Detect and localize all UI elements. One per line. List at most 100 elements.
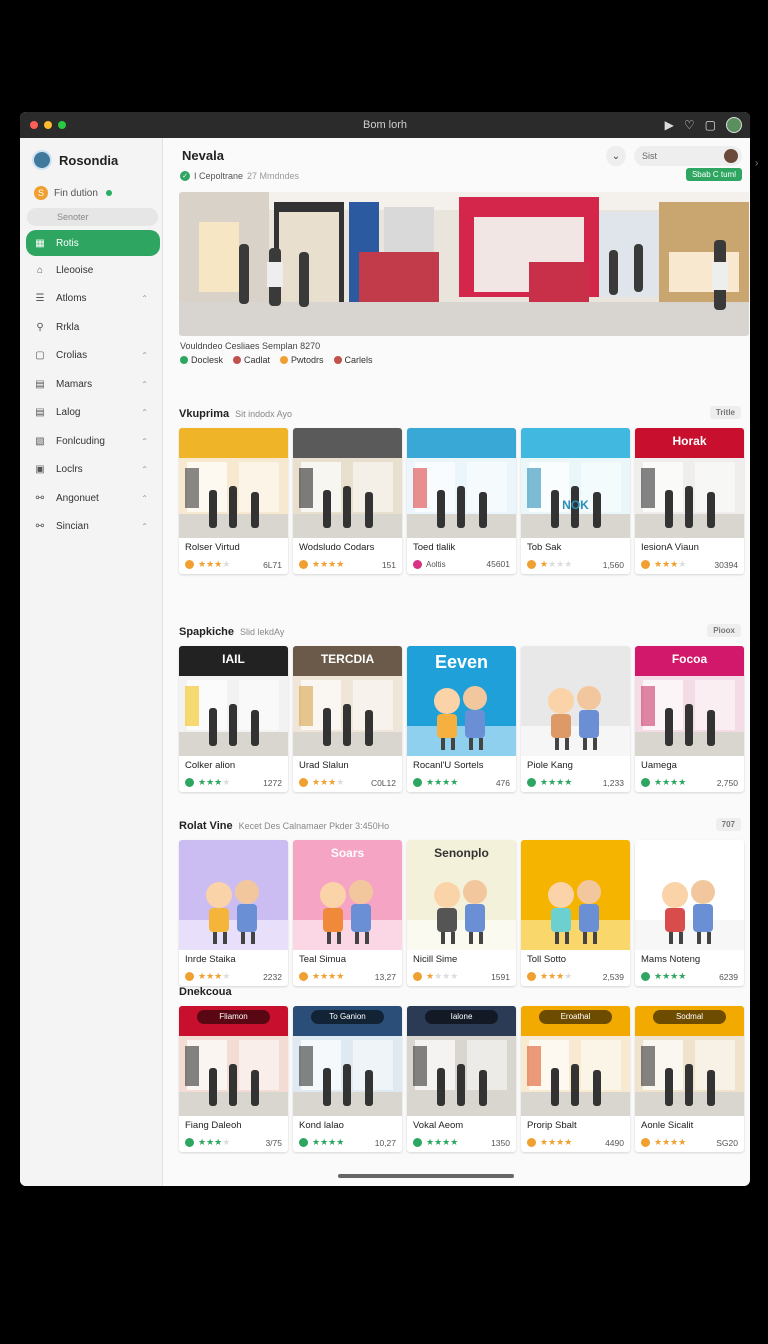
star-icon: ★ (206, 559, 214, 569)
card-title: Rocanl'U Sortels (413, 760, 484, 771)
card-meta: ★ ★ ★ ★ 151 (293, 556, 402, 574)
rating-icon (527, 1138, 536, 1147)
star-icon: ★ (678, 1137, 686, 1147)
heart-icon[interactable]: ♡ (684, 118, 695, 132)
card-thumbnail: IAIL (179, 646, 288, 756)
store-card[interactable]: NOK Tob Sak ★ ★ ★ ★ 1,560 (521, 428, 630, 574)
card-title: Vokal Aeom (413, 1120, 464, 1131)
card-value: 476 (495, 777, 510, 788)
card-meta: ★ ★ ★ ★ 2,750 (635, 774, 744, 792)
chevron-up-icon[interactable]: ⌃ (141, 408, 148, 417)
brand-avatar (32, 150, 52, 170)
main-content: Nevala ⌄ Sist ✓ I Cepoltrane 27 Mmdndes … (164, 138, 750, 1186)
status-row[interactable]: S Fin dution (20, 172, 162, 200)
rating-stars: ★ ★ ★ ★ (641, 1137, 686, 1148)
store-card[interactable]: Toed tlalik Aoltis 45601 (407, 428, 516, 574)
rating-icon (299, 560, 308, 569)
sidebar-item-lleooise[interactable]: ⌂ Lleooise (20, 256, 162, 285)
chevron-up-icon[interactable]: ⌃ (141, 437, 148, 446)
store-card[interactable]: Focoa Uamega ★ ★ ★ ★ 2,750 (635, 646, 744, 792)
sidebar-item-rotis[interactable]: ▦ Rotis (26, 230, 160, 256)
star-icon: ★ (426, 971, 434, 981)
store-card[interactable]: Toll Sotto ★ ★ ★ ★ 2,539 (521, 840, 630, 986)
star-icon: ★ (198, 777, 206, 787)
card-meta: ★ ★ ★ ★ C0L12 (293, 774, 402, 792)
chevron-up-icon[interactable]: ⌃ (141, 465, 148, 474)
star-icon: ★ (654, 971, 662, 981)
sidebar-brand[interactable]: Rosondia (20, 138, 162, 172)
rating-stars: ★ ★ ★ ★ (527, 559, 572, 570)
store-card[interactable]: Fliamon Fiang Daleoh ★ ★ ★ ★ 3/75 (179, 1006, 288, 1152)
star-icon: ★ (654, 777, 662, 787)
search-icon: ⚲ (36, 321, 44, 333)
store-card[interactable]: Senonplo Nicill Sime ★ ★ ★ ★ 1591 (407, 840, 516, 986)
section-badge[interactable]: 707 (715, 818, 741, 831)
chevron-up-icon[interactable]: ⌃ (141, 380, 148, 389)
store-card[interactable]: Eeven Rocanl'U Sortels ★ ★ ★ ★ 476 (407, 646, 516, 792)
store-card[interactable]: Horak IesionA Viaun ★ ★ ★ ★ 30394 (635, 428, 744, 574)
store-card[interactable]: Rolser Virtud ★ ★ ★ ★ 6L71 (179, 428, 288, 574)
sidebar-item-sincian[interactable]: ⚯ Sincian ⌃ (20, 513, 162, 542)
star-icon: ★ (548, 1137, 556, 1147)
thumbnail-banner: Ialone (425, 1010, 498, 1024)
sidebar-item-rrkla[interactable]: ⚲ Rrkla (20, 313, 162, 342)
home-icon: ⌂ (36, 264, 44, 276)
store-card[interactable]: IAIL Colker alion ★ ★ ★ ★ 1272 (179, 646, 288, 792)
legend-dot (333, 356, 342, 364)
section-title-text: Rolat Vine (179, 820, 233, 832)
rating-stars: ★ ★ ★ ★ (299, 777, 344, 788)
section-badge[interactable]: Tritle (709, 406, 741, 419)
card-thumbnail (179, 840, 288, 950)
user-avatar[interactable] (726, 117, 742, 133)
play-icon[interactable]: ▶ (665, 118, 674, 132)
sidebar-item-lalog[interactable]: ▤ Lalog ⌃ (20, 399, 162, 428)
card-title: Fiang Daleoh (185, 1120, 242, 1131)
rating-stars: ★ ★ ★ ★ (185, 971, 230, 982)
rating-icon (413, 778, 422, 787)
chevron-right-icon[interactable]: › (755, 158, 758, 169)
chevron-up-icon[interactable]: ⌃ (141, 494, 148, 503)
store-card[interactable]: Piole Kang ★ ★ ★ ★ 1,233 (521, 646, 630, 792)
store-card[interactable]: Eroathal Prorip Sbalt ★ ★ ★ ★ 4490 (521, 1006, 630, 1152)
store-card[interactable]: Wodsludo Codars ★ ★ ★ ★ 151 (293, 428, 402, 574)
hero-image[interactable] (179, 192, 749, 336)
store-card[interactable]: Ialone Vokal Aeom ★ ★ ★ ★ 1350 (407, 1006, 516, 1152)
store-card[interactable]: Soars Teal Simua ★ ★ ★ ★ 13,27 (293, 840, 402, 986)
rating-icon (413, 1138, 422, 1147)
horizontal-scrollbar[interactable] (338, 1174, 514, 1178)
card-meta: ★ ★ ★ ★ 1,233 (521, 774, 630, 792)
star-icon: ★ (198, 559, 206, 569)
thumbnail-banner: Eroathal (539, 1010, 612, 1024)
title-bar: Bom lorh ▶ ♡ ▢ (20, 112, 750, 138)
store-card[interactable]: TERCDIA Urad Slalun ★ ★ ★ ★ C0L12 (293, 646, 402, 792)
sidebar-item-loclrs[interactable]: ▣ Loclrs ⌃ (20, 456, 162, 485)
section-badge[interactable]: Pioox (707, 624, 741, 637)
sidebar-item-atloms[interactable]: ☰ Atloms ⌃ (20, 285, 162, 314)
star-icon: ★ (434, 971, 442, 981)
sidebar-item-mamars[interactable]: ▤ Mamars ⌃ (20, 370, 162, 399)
sidebar-item-fonlcuding[interactable]: ▧ Fonlcuding ⌃ (20, 427, 162, 456)
share-icon[interactable]: ▢ (705, 118, 716, 132)
chevron-up-icon[interactable]: ⌃ (141, 294, 148, 303)
rating-icon (527, 972, 536, 981)
card-title: Colker alion (185, 760, 236, 771)
store-card[interactable]: Inrde Staika ★ ★ ★ ★ 2232 (179, 840, 288, 986)
sidebar-search[interactable]: Senoter (27, 208, 158, 226)
legend-item: Carlels (333, 355, 373, 365)
card-title: Mams Noteng (641, 954, 701, 965)
store-card[interactable]: Mams Noteng ★ ★ ★ ★ 6239 (635, 840, 744, 986)
chevron-up-icon[interactable]: ⌃ (141, 351, 148, 360)
sidebar-item-crolias[interactable]: ▢ Crolias ⌃ (20, 342, 162, 371)
store-card[interactable]: To Ganion Kond lalao ★ ★ ★ ★ 10,27 (293, 1006, 402, 1152)
sidebar-item-angonuet[interactable]: ⚯ Angonuet ⌃ (20, 484, 162, 513)
thumbnail-banner: Sodmal (653, 1010, 726, 1024)
sidebar-item-label: Atloms (56, 293, 87, 305)
star-icon: ★ (222, 1137, 230, 1147)
chevron-up-icon[interactable]: ⌃ (141, 522, 148, 531)
legend-label: Doclesk (191, 355, 224, 365)
section-title-text: Dnekcoua (179, 986, 232, 998)
store-card[interactable]: Sodmal Aonle Sicalit ★ ★ ★ ★ SG20 (635, 1006, 744, 1152)
action-pill[interactable]: Sbab C tuml (685, 168, 742, 181)
check-icon: ✓ (180, 171, 190, 181)
star-icon: ★ (548, 559, 556, 569)
